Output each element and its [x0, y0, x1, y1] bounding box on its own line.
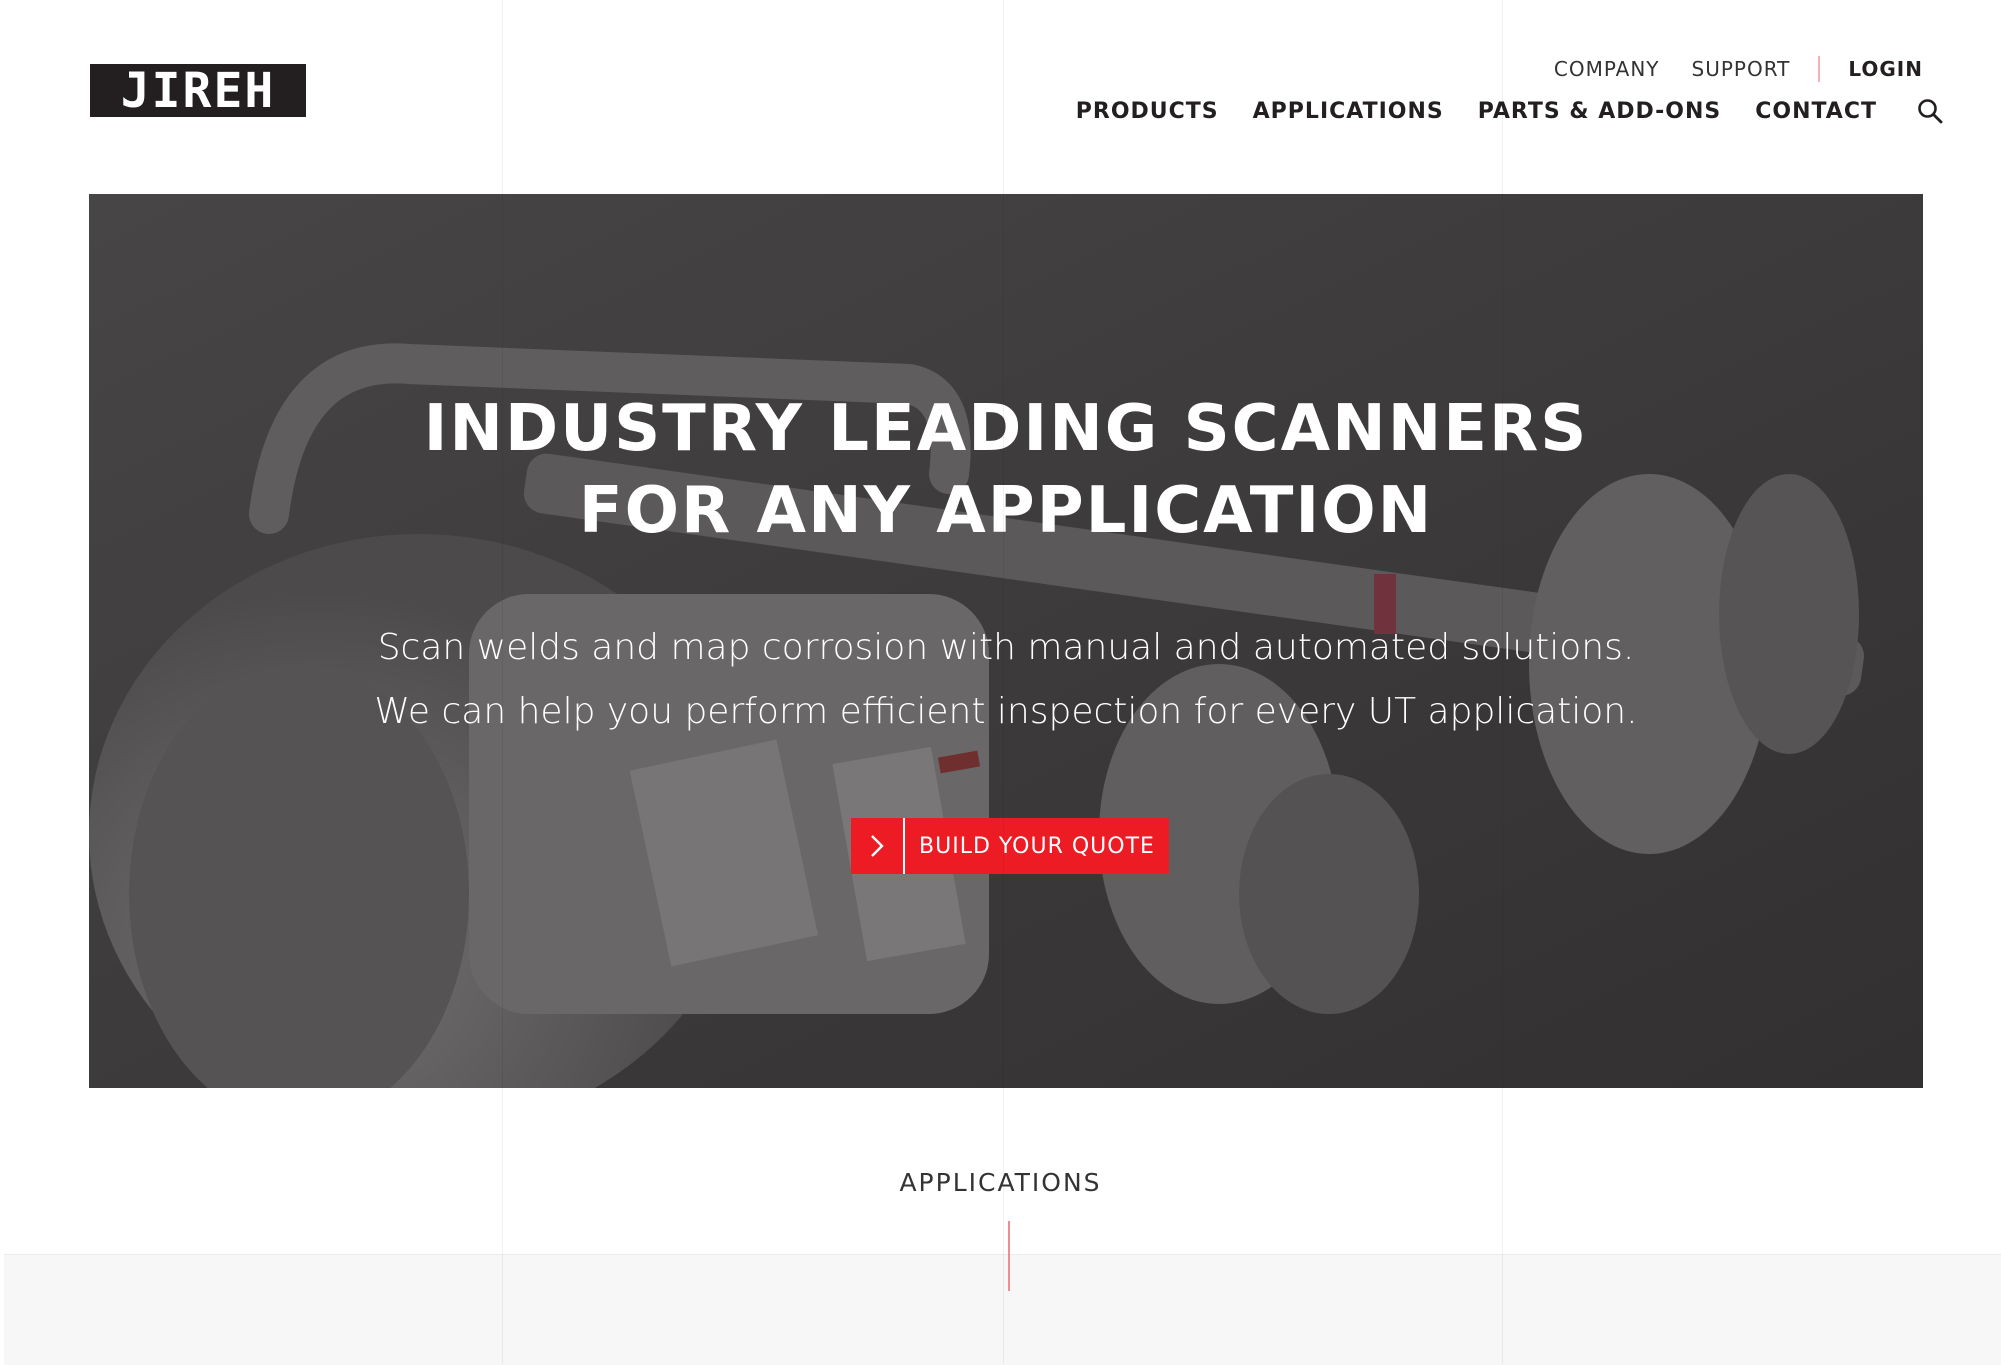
- nav-contact[interactable]: CONTACT: [1755, 99, 1877, 124]
- nav-company[interactable]: COMPANY: [1554, 57, 1660, 81]
- utility-nav: COMPANY SUPPORT LOGIN: [1554, 56, 1923, 82]
- applications-band: [4, 1254, 2001, 1365]
- nav-login[interactable]: LOGIN: [1848, 57, 1923, 81]
- nav-parts-add-ons[interactable]: PARTS & ADD-ONS: [1478, 99, 1722, 124]
- nav-applications[interactable]: APPLICATIONS: [1253, 99, 1444, 124]
- section-heading-applications: APPLICATIONS: [899, 1168, 1102, 1197]
- hero-subtitle-line: We can help you perform efficient inspec…: [374, 691, 1638, 732]
- logo-text: JIREH: [120, 62, 276, 119]
- nav-separator: [1818, 56, 1821, 82]
- nav-support[interactable]: SUPPORT: [1692, 57, 1791, 81]
- chevron-right-icon: [851, 818, 905, 874]
- hero-title-line: FOR ANY APPLICATION: [578, 474, 1434, 548]
- search-icon[interactable]: [1917, 98, 1943, 124]
- hero-subtitle-line: Scan welds and map corrosion with manual…: [377, 627, 1635, 668]
- nav-products[interactable]: PRODUCTS: [1076, 99, 1219, 124]
- hero-subtitle: Scan welds and map corrosion with manual…: [89, 616, 1923, 744]
- build-your-quote-button[interactable]: BUILD YOUR QUOTE: [851, 818, 1169, 874]
- main-nav: PRODUCTS APPLICATIONS PARTS & ADD-ONS CO…: [1076, 98, 1943, 124]
- section-divider: [1008, 1221, 1010, 1291]
- hero-title: INDUSTRY LEADING SCANNERS FOR ANY APPLIC…: [89, 388, 1923, 552]
- logo[interactable]: JIREH: [90, 64, 306, 117]
- hero-title-line: INDUSTRY LEADING SCANNERS: [423, 392, 1589, 466]
- hero-banner: INDUSTRY LEADING SCANNERS FOR ANY APPLIC…: [89, 194, 1923, 1088]
- cta-label: BUILD YOUR QUOTE: [919, 833, 1155, 859]
